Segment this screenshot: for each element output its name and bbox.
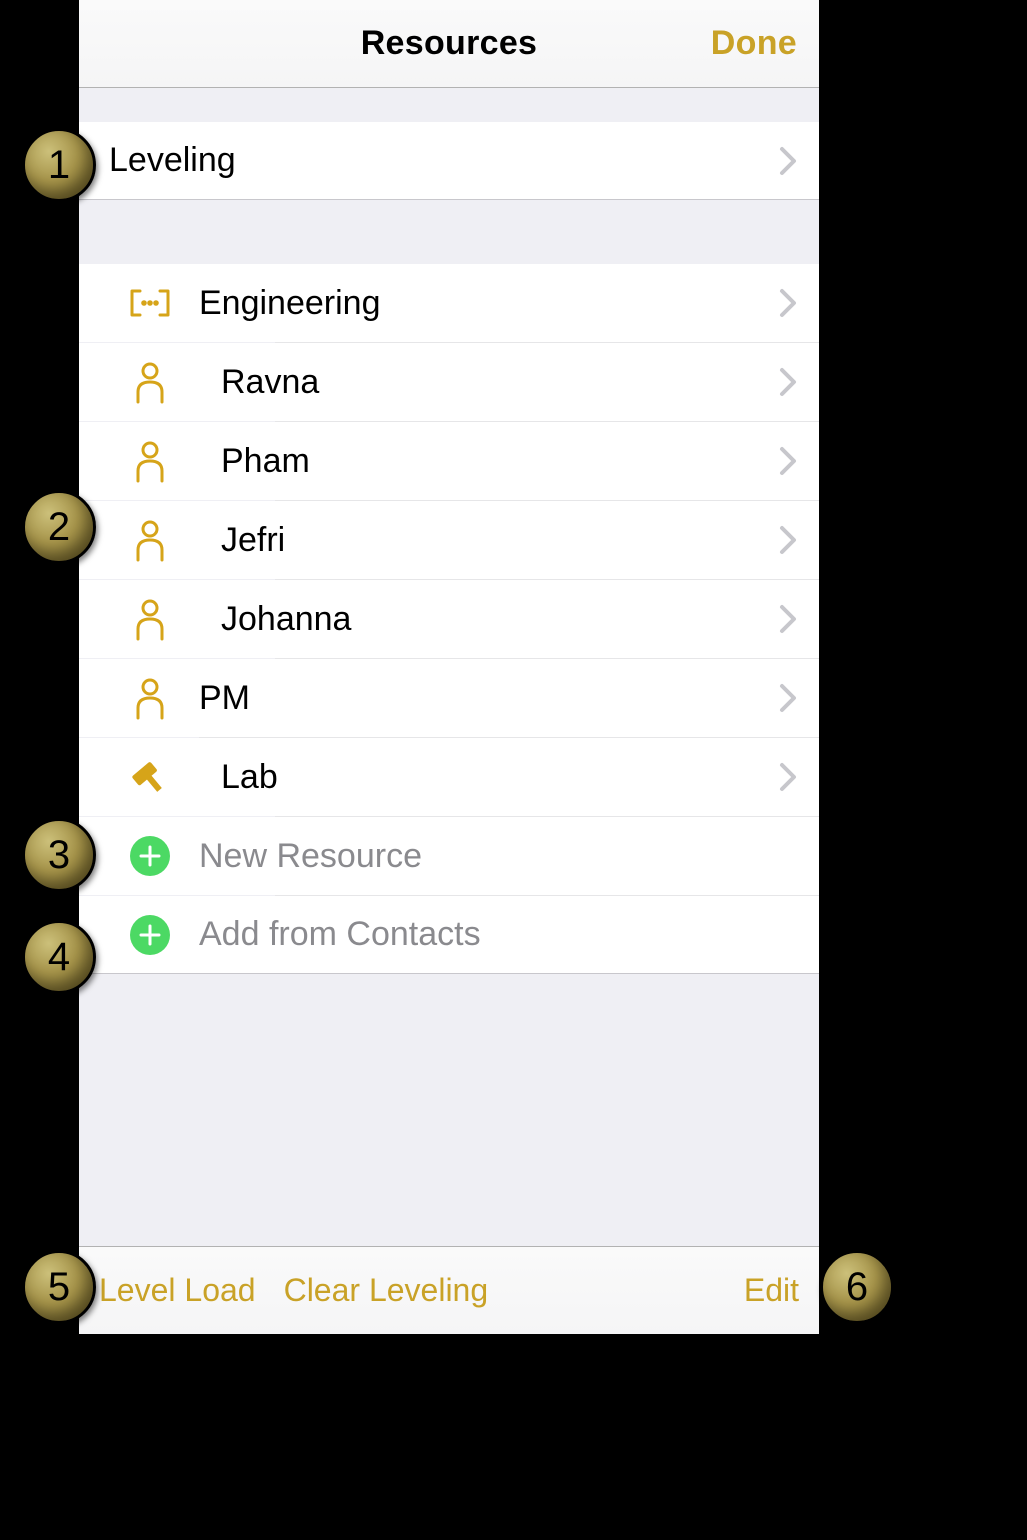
- resource-label: Johanna: [221, 600, 351, 639]
- bottom-toolbar: Level Load Clear Leveling Edit: [79, 1246, 819, 1334]
- chevron-right-icon: [779, 446, 797, 476]
- resources-panel: Resources Done Leveling Engineering: [79, 0, 819, 1334]
- callout-badge-1: 1: [22, 128, 96, 202]
- person-icon: [125, 518, 175, 562]
- edit-button[interactable]: Edit: [744, 1272, 799, 1309]
- group-icon: [125, 285, 175, 321]
- section-spacer: [79, 200, 819, 264]
- callout-badge-2: 2: [22, 490, 96, 564]
- chevron-right-icon: [779, 367, 797, 397]
- person-icon: [125, 597, 175, 641]
- new-resource-button[interactable]: New Resource: [79, 817, 819, 895]
- add-from-contacts-button[interactable]: Add from Contacts: [79, 896, 819, 974]
- resource-label: Lab: [221, 758, 278, 797]
- resource-label: Ravna: [221, 363, 319, 402]
- chevron-right-icon: [779, 525, 797, 555]
- plus-icon: [125, 836, 175, 876]
- resource-person-pham[interactable]: Pham: [79, 422, 819, 500]
- resource-person-pm[interactable]: PM: [79, 659, 819, 737]
- chevron-right-icon: [779, 762, 797, 792]
- chevron-right-icon: [779, 146, 797, 176]
- navbar-title: Resources: [361, 24, 538, 63]
- callout-badge-5: 5: [22, 1250, 96, 1324]
- resource-label: Engineering: [199, 284, 380, 323]
- resource-equipment-lab[interactable]: Lab: [79, 738, 819, 816]
- resource-person-ravna[interactable]: Ravna: [79, 343, 819, 421]
- resource-group-engineering[interactable]: Engineering: [79, 264, 819, 342]
- plus-icon: [125, 915, 175, 955]
- resource-person-johanna[interactable]: Johanna: [79, 580, 819, 658]
- new-resource-label: New Resource: [199, 837, 422, 876]
- person-icon: [125, 439, 175, 483]
- chevron-right-icon: [779, 288, 797, 318]
- clear-leveling-button[interactable]: Clear Leveling: [284, 1272, 489, 1309]
- callout-badge-4: 4: [22, 920, 96, 994]
- callout-badge-6: 6: [820, 1250, 894, 1324]
- resource-label: PM: [199, 679, 250, 718]
- person-icon: [125, 676, 175, 720]
- hammer-icon: [125, 755, 175, 799]
- callout-badge-3: 3: [22, 818, 96, 892]
- navbar: Resources Done: [79, 0, 819, 88]
- chevron-right-icon: [779, 683, 797, 713]
- resource-person-jefri[interactable]: Jefri: [79, 501, 819, 579]
- resource-label: Pham: [221, 442, 310, 481]
- section-spacer: [79, 88, 819, 122]
- content-scroll[interactable]: Leveling Engineering: [79, 88, 819, 1246]
- leveling-row[interactable]: Leveling: [79, 122, 819, 200]
- level-load-button[interactable]: Level Load: [99, 1272, 256, 1309]
- resource-label: Jefri: [221, 521, 285, 560]
- done-button[interactable]: Done: [711, 24, 797, 63]
- add-from-contacts-label: Add from Contacts: [199, 915, 481, 954]
- chevron-right-icon: [779, 604, 797, 634]
- person-icon: [125, 360, 175, 404]
- leveling-label: Leveling: [109, 141, 236, 180]
